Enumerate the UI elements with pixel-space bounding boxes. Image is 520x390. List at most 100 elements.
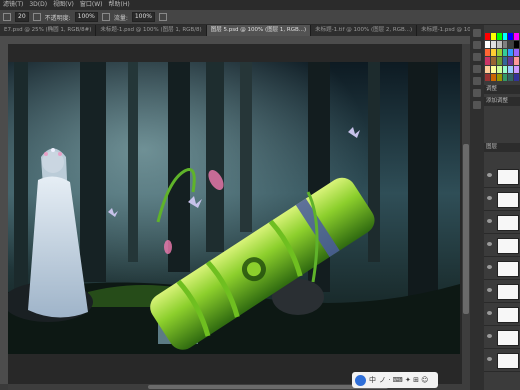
- swatch-color[interactable]: [514, 49, 519, 57]
- left-ruler: [0, 44, 8, 384]
- swatch-color[interactable]: [502, 65, 508, 73]
- swatch-color[interactable]: [490, 65, 496, 73]
- add-adjustment-label: 添加调整: [484, 97, 520, 106]
- eye-icon[interactable]: [487, 219, 492, 223]
- layer-row[interactable]: [484, 303, 520, 326]
- swatch-color[interactable]: [496, 41, 502, 49]
- swatch-color[interactable]: [485, 41, 490, 49]
- ime-tools[interactable]: ノ · ⌨ ✦ ⊞ ☺: [379, 375, 428, 385]
- channels-panel-icon[interactable]: [473, 89, 481, 97]
- menu-view[interactable]: 视图(V): [50, 0, 77, 10]
- flow-label: 流量:: [113, 14, 128, 22]
- adjustments-panel-icon[interactable]: [473, 53, 481, 61]
- tab-document-4[interactable]: 未标题-1.tif @ 100% (图层 2, RGB...): [311, 25, 418, 36]
- layer-row[interactable]: [484, 349, 520, 372]
- menu-3d[interactable]: 3D(D): [26, 0, 50, 10]
- layer-row[interactable]: [484, 188, 520, 211]
- swatch-color[interactable]: [514, 41, 519, 49]
- swatch-color[interactable]: [502, 57, 508, 65]
- layer-thumbnail: [497, 330, 519, 346]
- brush-panel-icon[interactable]: [32, 13, 41, 21]
- layer-row[interactable]: [484, 326, 520, 349]
- layer-row[interactable]: [484, 165, 520, 188]
- adjustments-tab[interactable]: 调整: [484, 85, 520, 94]
- swatch-color[interactable]: [502, 33, 508, 41]
- swatch-color[interactable]: [508, 49, 514, 57]
- pressure-opacity-icon[interactable]: [101, 13, 110, 21]
- menu-window[interactable]: 窗口(W): [77, 0, 106, 10]
- layer-thumbnail: [497, 238, 519, 254]
- styles-panel-icon[interactable]: [473, 65, 481, 73]
- layer-thumbnail: [497, 284, 519, 300]
- canvas-area[interactable]: [8, 44, 470, 384]
- eye-icon[interactable]: [487, 357, 492, 361]
- menu-help[interactable]: 帮助(H): [106, 0, 133, 10]
- swatch-color[interactable]: [508, 73, 514, 81]
- swatch-color[interactable]: [490, 33, 496, 41]
- vertical-scrollbar[interactable]: [462, 44, 470, 384]
- swatch-color[interactable]: [508, 65, 514, 73]
- swatches-grid[interactable]: [485, 33, 519, 81]
- swatch-color[interactable]: [485, 57, 490, 65]
- airbrush-icon[interactable]: [159, 13, 168, 21]
- eye-icon[interactable]: [487, 173, 492, 177]
- swatch-color[interactable]: [508, 57, 514, 65]
- swatch-color[interactable]: [485, 65, 490, 73]
- swatch-color[interactable]: [514, 65, 519, 73]
- eye-icon[interactable]: [487, 196, 492, 200]
- swatch-color[interactable]: [496, 57, 502, 65]
- swatch-color[interactable]: [485, 73, 490, 81]
- swatch-color[interactable]: [508, 41, 514, 49]
- swatch-color[interactable]: [508, 33, 514, 41]
- ime-toolbar[interactable]: 中 ノ · ⌨ ✦ ⊞ ☺: [352, 372, 438, 388]
- swatch-color[interactable]: [502, 73, 508, 81]
- eye-icon[interactable]: [487, 334, 492, 338]
- swatch-color[interactable]: [502, 49, 508, 57]
- swatch-color[interactable]: [496, 33, 502, 41]
- swatch-color[interactable]: [490, 41, 496, 49]
- swatch-color[interactable]: [514, 73, 519, 81]
- pink-petal: [164, 240, 172, 254]
- swatch-color[interactable]: [485, 33, 490, 41]
- brush-size-field[interactable]: 20: [15, 12, 29, 22]
- eye-icon[interactable]: [487, 311, 492, 315]
- ime-logo-icon[interactable]: [355, 374, 366, 386]
- tab-document-5[interactable]: 未标题-1.psd @ 100% (RGB/8): [417, 25, 470, 36]
- ime-mode-label[interactable]: 中: [369, 375, 376, 385]
- swatch-color[interactable]: [490, 73, 496, 81]
- menu-filter[interactable]: 滤镜(T): [0, 0, 26, 10]
- swatch-color[interactable]: [514, 33, 519, 41]
- layer-thumbnail: [497, 169, 519, 185]
- tab-document-1[interactable]: E7.psd @ 25% (椭圆 1, RGB/8#): [0, 25, 97, 36]
- artwork-canvas[interactable]: [8, 62, 460, 354]
- tree-trunk: [14, 62, 28, 292]
- layer-row[interactable]: [484, 234, 520, 257]
- color-panel-icon[interactable]: [473, 29, 481, 37]
- swatch-color[interactable]: [496, 49, 502, 57]
- paths-panel-icon[interactable]: [473, 101, 481, 109]
- swatch-color[interactable]: [496, 73, 502, 81]
- vertical-scroll-thumb[interactable]: [463, 144, 469, 314]
- flow-field[interactable]: 100%: [131, 12, 156, 22]
- layer-row[interactable]: [484, 211, 520, 234]
- layers-panel-icon[interactable]: [473, 77, 481, 85]
- opacity-field[interactable]: 100%: [74, 12, 98, 22]
- tab-document-2[interactable]: 未标题-1.psd @ 100% (图层 1, RGB/8): [96, 25, 207, 36]
- layer-row[interactable]: [484, 280, 520, 303]
- eye-icon[interactable]: [487, 288, 492, 292]
- eye-icon[interactable]: [487, 265, 492, 269]
- swatch-color[interactable]: [490, 57, 496, 65]
- brush-preset-icon[interactable]: [3, 13, 11, 21]
- swatch-color[interactable]: [514, 57, 519, 65]
- swatch-color[interactable]: [490, 49, 496, 57]
- swatch-color[interactable]: [496, 65, 502, 73]
- swatch-color[interactable]: [502, 41, 508, 49]
- tab-document-3[interactable]: 图层 5.psd @ 100% (图层 1, RGB...): [206, 25, 312, 36]
- layers-tab[interactable]: 图层: [484, 143, 520, 152]
- swatch-color[interactable]: [485, 49, 490, 57]
- layer-row[interactable]: [484, 257, 520, 280]
- eye-icon[interactable]: [487, 242, 492, 246]
- tree-trunk: [408, 62, 438, 302]
- swatches-panel-icon[interactable]: [473, 41, 481, 49]
- options-bar: 20 不透明度: 100% 流量: 100%: [0, 10, 520, 25]
